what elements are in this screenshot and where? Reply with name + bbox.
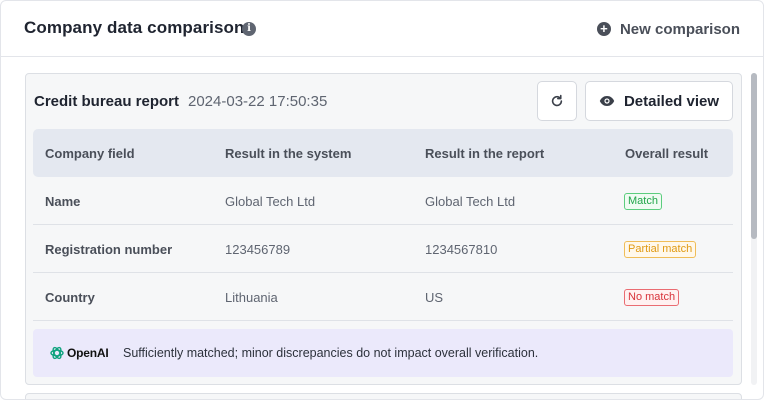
scrollbar-thumb[interactable]	[751, 73, 757, 239]
table-header: Company field Result in the system Resul…	[33, 129, 733, 177]
field-cell: Country	[45, 290, 95, 305]
report-value-cell: 1234567810	[425, 242, 498, 257]
field-cell: Registration number	[45, 242, 173, 257]
field-cell: Name	[45, 194, 81, 209]
report-timestamp: 2024-03-22 17:50:35	[188, 93, 328, 110]
table-row: Registration number 123456789 1234567810…	[33, 225, 733, 273]
info-icon[interactable]: i	[242, 22, 256, 36]
column-header: Result in the system	[225, 146, 352, 161]
detailed-view-button[interactable]: Detailed view	[585, 81, 733, 121]
column-header: Result in the report	[425, 146, 545, 161]
report-title: Credit bureau report	[34, 93, 180, 110]
table-row: Name Global Tech Ltd Global Tech Ltd Mat…	[33, 177, 733, 225]
system-value-cell: Lithuania	[225, 290, 278, 305]
report-value-cell: US	[425, 290, 444, 305]
report-panel: Credit bureau report 2024-03-22 17:50:35…	[25, 73, 742, 385]
openai-label: OpenAI	[67, 346, 109, 360]
column-header: Overall result	[625, 146, 709, 161]
plus-circle-icon: +	[596, 22, 611, 36]
system-value-cell: Global Tech Ltd	[225, 194, 316, 209]
detailed-view-label: Detailed view	[623, 92, 720, 110]
comparison-card: Company data comparison i + New comparis…	[0, 0, 764, 400]
status-badge: No match	[624, 289, 680, 306]
refresh-icon	[551, 94, 563, 107]
openai-icon	[50, 346, 64, 360]
status-badge: Match	[624, 193, 662, 210]
ai-summary-text: Sufficiently matched; minor discrepancie…	[123, 346, 539, 360]
next-report-panel	[25, 393, 742, 399]
refresh-button[interactable]	[537, 81, 577, 121]
scrollbar[interactable]	[751, 73, 757, 385]
column-header: Company field	[45, 146, 135, 161]
system-value-cell: 123456789	[225, 242, 291, 257]
new-comparison-button[interactable]: + New comparison	[596, 18, 740, 40]
eye-icon	[599, 96, 615, 106]
openai-logo: OpenAI	[49, 345, 109, 361]
ai-summary: OpenAI Sufficiently matched; minor discr…	[33, 329, 733, 377]
status-badge: Partial match	[624, 241, 697, 258]
comparison-table: Company field Result in the system Resul…	[33, 129, 733, 321]
new-comparison-label: New comparison	[619, 20, 740, 38]
card-header: Company data comparison i + New comparis…	[1, 1, 763, 57]
table-row: Country Lithuania US No match	[33, 273, 733, 321]
page-title: Company data comparison	[24, 18, 245, 37]
report-value-cell: Global Tech Ltd	[425, 194, 516, 209]
